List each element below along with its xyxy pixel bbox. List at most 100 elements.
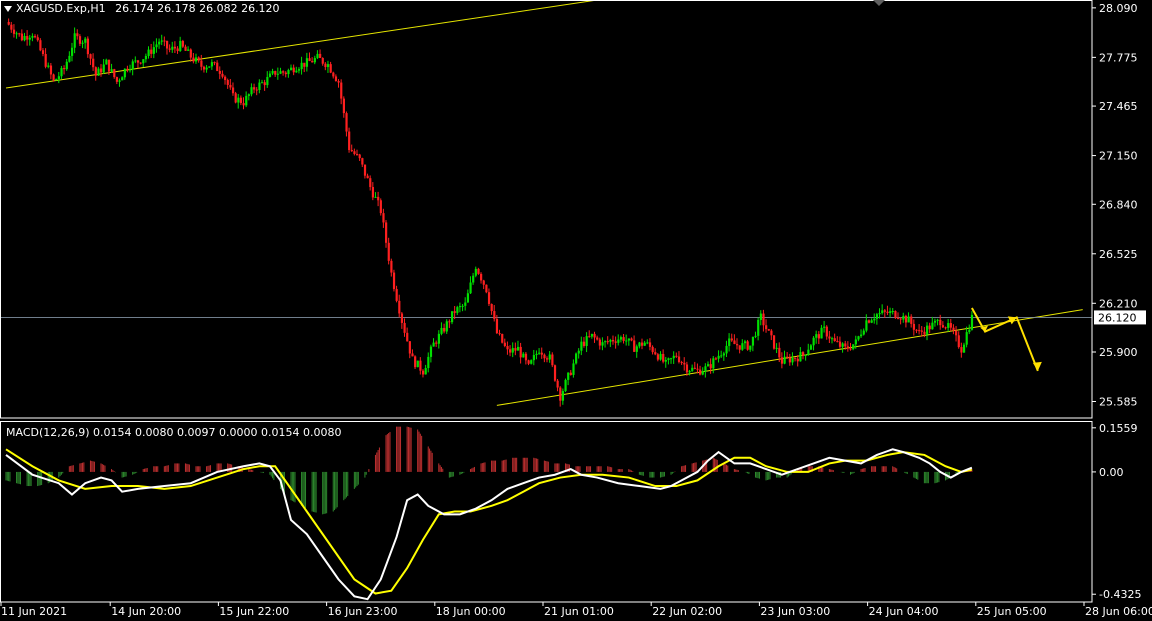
candle-bull bbox=[933, 320, 937, 323]
candle-bear bbox=[923, 331, 926, 335]
candle-bull bbox=[754, 335, 757, 337]
candle-bull bbox=[70, 47, 74, 56]
candle-bull bbox=[704, 366, 707, 372]
candle-bear bbox=[92, 58, 95, 68]
candle-bear bbox=[899, 318, 902, 320]
candle-bull bbox=[131, 61, 134, 70]
candle-bull bbox=[791, 357, 794, 363]
candle-bear bbox=[817, 334, 821, 339]
candle-bull bbox=[437, 333, 440, 344]
chart-header[interactable]: XAGUSD.Exp,H1 26.174 26.178 26.082 26.12… bbox=[4, 2, 280, 15]
scroll-marker-icon bbox=[873, 0, 885, 6]
candle-bear bbox=[414, 356, 417, 368]
candle-bull bbox=[123, 68, 126, 78]
candle-bear bbox=[390, 260, 393, 273]
candle-bull bbox=[720, 355, 723, 357]
candle-bear bbox=[139, 62, 142, 64]
candle-bear bbox=[556, 380, 559, 388]
candle-bear bbox=[150, 49, 153, 54]
candle-bear bbox=[392, 272, 396, 290]
candle-bull bbox=[142, 59, 145, 64]
candle-bull bbox=[290, 67, 293, 71]
candle-bear bbox=[780, 357, 784, 364]
candle-bear bbox=[371, 187, 375, 198]
candle-bull bbox=[295, 70, 298, 73]
candle-bear bbox=[714, 358, 718, 360]
candle-bull bbox=[97, 68, 100, 76]
candle-bear bbox=[765, 325, 768, 330]
chart-canvas: 28.090 27.775 27.465 27.150 26.840 26.525 26.2… bbox=[0, 0, 1152, 618]
price-tick-label: 28.090 bbox=[1099, 2, 1138, 15]
candle-bull bbox=[268, 73, 272, 77]
candle-bull bbox=[891, 311, 894, 313]
candle-bull bbox=[617, 339, 620, 343]
candle-bear bbox=[582, 341, 586, 346]
candle-bull bbox=[432, 342, 435, 347]
time-tick-label: 22 Jun 02:00 bbox=[652, 605, 722, 618]
candle-bear bbox=[189, 49, 192, 58]
candle-bear bbox=[163, 40, 166, 42]
candle-bull bbox=[862, 330, 865, 335]
candle-bear bbox=[685, 364, 689, 373]
candle-bear bbox=[498, 333, 501, 335]
candle-bull bbox=[902, 315, 905, 320]
candle-bull bbox=[445, 321, 448, 332]
candle-bull bbox=[511, 348, 514, 353]
macd-tick-label: -0.4325 bbox=[1099, 588, 1141, 601]
candle-bull bbox=[643, 342, 646, 346]
candle-bull bbox=[947, 323, 950, 328]
candle-bear bbox=[904, 315, 908, 323]
candle-bear bbox=[825, 326, 828, 337]
candle-bull bbox=[725, 345, 728, 354]
candle-bear bbox=[480, 273, 483, 281]
candle-bull bbox=[279, 71, 282, 74]
candle-bear bbox=[493, 311, 496, 319]
candle-bear bbox=[173, 46, 177, 49]
candle-bull bbox=[179, 40, 182, 51]
candle-bull bbox=[429, 346, 433, 357]
candle-bull bbox=[823, 326, 826, 328]
candle-bull bbox=[271, 70, 274, 74]
candle-bull bbox=[440, 327, 443, 334]
candle-bull bbox=[60, 67, 63, 77]
candle-bull bbox=[316, 53, 319, 59]
candle-bull bbox=[129, 69, 132, 71]
candle-bull bbox=[873, 318, 876, 321]
candle-bear bbox=[524, 353, 528, 361]
candle-bull bbox=[81, 42, 84, 44]
candle-bear bbox=[633, 340, 636, 352]
candle-bull bbox=[691, 367, 694, 371]
candle-bear bbox=[348, 131, 351, 151]
candle-bull bbox=[601, 342, 604, 346]
arrow-down-icon bbox=[1032, 361, 1042, 371]
candle-bull bbox=[931, 322, 934, 330]
candle-bear bbox=[648, 342, 652, 347]
candle-bear bbox=[588, 336, 591, 338]
candle-bear bbox=[263, 82, 266, 86]
candle-bull bbox=[110, 69, 113, 72]
candle-bull bbox=[907, 316, 910, 323]
candle-bear bbox=[216, 62, 219, 71]
candle-bull bbox=[15, 33, 18, 35]
macd-panel-frame bbox=[0, 421, 1093, 603]
candle-bull bbox=[968, 329, 971, 333]
dropdown-icon[interactable] bbox=[4, 6, 12, 12]
candle-bear bbox=[448, 321, 451, 323]
candle-bear bbox=[398, 300, 401, 314]
candle-bull bbox=[926, 325, 929, 335]
candle-bull bbox=[466, 293, 470, 303]
candle-bull bbox=[775, 347, 778, 349]
candle-bear bbox=[78, 36, 82, 44]
time-tick-label: 14 Jun 20:00 bbox=[111, 605, 181, 618]
trendlines bbox=[0, 0, 1092, 406]
candle-bear bbox=[340, 82, 343, 99]
candle-bear bbox=[18, 33, 21, 35]
candle-bull bbox=[205, 67, 208, 70]
candle-bull bbox=[250, 87, 253, 95]
candle-bull bbox=[561, 391, 565, 401]
candle-bull bbox=[68, 55, 71, 62]
macd-panel bbox=[5, 426, 973, 601]
candle-bear bbox=[654, 352, 657, 355]
candle-bear bbox=[345, 113, 348, 132]
candle-bull bbox=[427, 356, 430, 369]
